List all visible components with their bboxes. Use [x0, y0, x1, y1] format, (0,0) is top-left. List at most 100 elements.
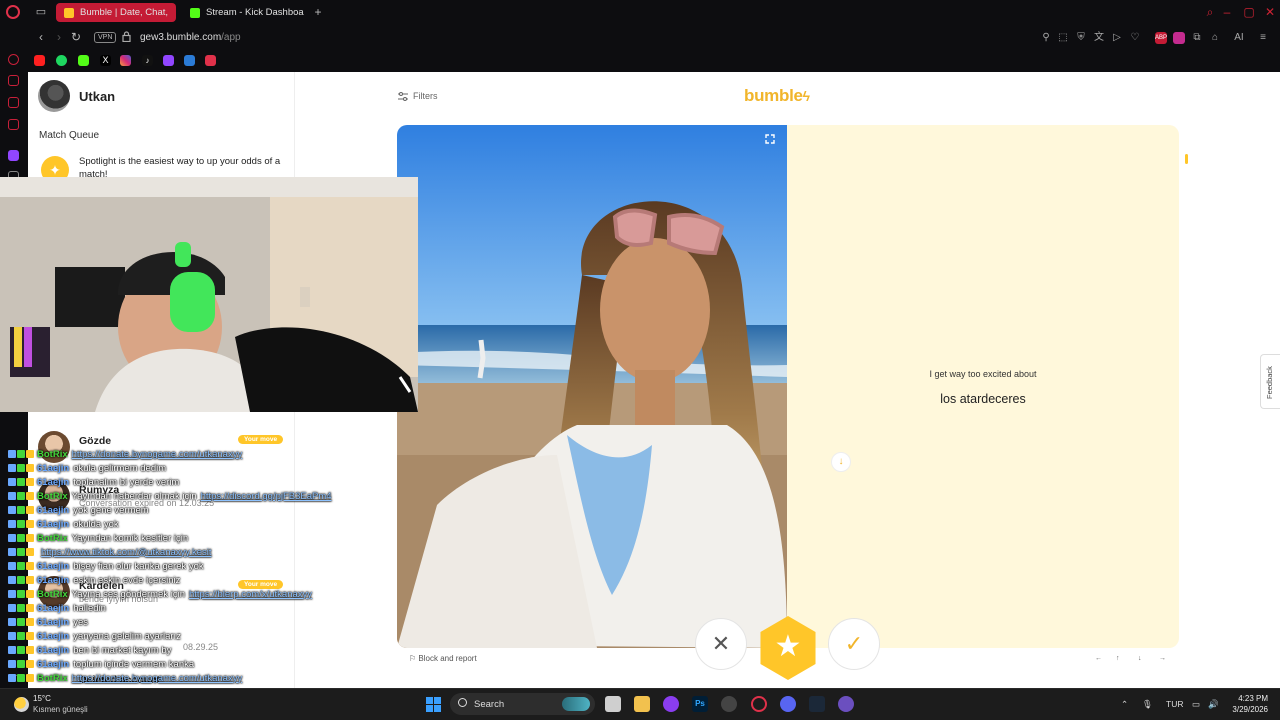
- instagram-bookmark-icon[interactable]: [120, 55, 131, 66]
- back-button[interactable]: ‹: [34, 30, 48, 44]
- tab-bumble[interactable]: Bumble | Date, Chat, Meet: [56, 3, 176, 22]
- forward-button[interactable]: ›: [52, 30, 66, 44]
- chat-username[interactable]: 61aejin: [37, 645, 69, 656]
- kick-bookmark-icon[interactable]: [78, 55, 89, 66]
- like-button[interactable]: ✓: [828, 618, 880, 670]
- profile-scroll-indicator[interactable]: [1185, 154, 1188, 164]
- vpn-badge[interactable]: VPN: [94, 32, 117, 43]
- steam-icon[interactable]: [809, 696, 825, 712]
- chat-username[interactable]: 61aejin: [37, 617, 69, 628]
- shield-icon[interactable]: ⛨: [1075, 32, 1087, 44]
- chat-username[interactable]: 61aejin: [37, 519, 69, 530]
- feedback-tab[interactable]: Feedback: [1260, 354, 1280, 409]
- spotify-bookmark-icon[interactable]: [56, 55, 67, 66]
- chat-username[interactable]: 61aejin: [37, 631, 69, 642]
- kick-favicon-icon: [190, 7, 200, 18]
- search-tabs-icon[interactable]: ⌕: [1203, 5, 1217, 19]
- block-report-link[interactable]: ⚐ Block and report: [409, 654, 477, 663]
- heart-icon[interactable]: ♡: [1129, 32, 1141, 44]
- snapshot-icon[interactable]: ⬚: [1057, 32, 1069, 44]
- weather-icon[interactable]: [14, 697, 29, 712]
- opera-taskbar-icon[interactable]: [751, 696, 767, 712]
- tray-overflow-icon[interactable]: ⌃: [1121, 699, 1128, 710]
- chat-username[interactable]: 61aejin: [37, 505, 69, 516]
- sub-badge-icon: [26, 492, 34, 500]
- chat-username[interactable]: BotRix: [37, 533, 68, 544]
- tab-kick-dashboard[interactable]: Stream - Kick Dashboard: [182, 3, 312, 22]
- menu-icon[interactable]: ≡: [1257, 32, 1269, 44]
- adblock-icon[interactable]: ABP: [1155, 32, 1167, 44]
- file-explorer-icon[interactable]: [634, 696, 650, 712]
- close-window-button[interactable]: ✕: [1263, 5, 1277, 19]
- chat-username[interactable]: BotRix: [37, 491, 68, 502]
- chat-username[interactable]: 61aejin: [37, 659, 69, 670]
- avatar[interactable]: [38, 80, 70, 112]
- youtube-bookmark-icon[interactable]: [34, 55, 45, 66]
- tab-overview-icon[interactable]: ▭: [35, 6, 47, 18]
- pin-icon[interactable]: ⚲: [1040, 32, 1052, 44]
- maximize-button[interactable]: ▢: [1242, 5, 1256, 19]
- extension-bookmark-icon[interactable]: [205, 55, 216, 66]
- chat-username[interactable]: BotRix: [37, 673, 68, 684]
- volume-icon[interactable]: 🔊: [1208, 699, 1219, 710]
- app-icon[interactable]: [663, 696, 679, 712]
- lock-icon[interactable]: [122, 31, 131, 42]
- chat-text[interactable]: https://donate.bynogame.com/utkanaxyy: [72, 673, 243, 684]
- weather-temperature[interactable]: 15°C: [33, 694, 51, 703]
- player-icon[interactable]: ▷: [1111, 32, 1123, 44]
- chat-text[interactable]: https://www.tiktok.com/@utkanaxyy.kesit: [41, 547, 212, 558]
- task-view-icon[interactable]: [605, 696, 621, 712]
- photoshop-icon[interactable]: Ps: [692, 696, 708, 712]
- discord-icon[interactable]: [780, 696, 796, 712]
- chat-message: 61aejin halledin: [8, 601, 106, 615]
- ai-label: AI: [1234, 32, 1244, 43]
- chat-username[interactable]: BotRix: [37, 589, 68, 600]
- taskbar-clock[interactable]: 4:23 PM 3/29/2026: [1223, 693, 1268, 715]
- taskbar-search[interactable]: Search: [450, 693, 595, 715]
- profile-photo[interactable]: [397, 125, 787, 648]
- wallet-icon[interactable]: ⌂: [1209, 32, 1221, 44]
- bumble-logo[interactable]: bumbleϟ: [744, 86, 810, 106]
- url-field[interactable]: gew3.bumble.com/app: [140, 32, 241, 43]
- scroll-down-button[interactable]: ↓: [831, 452, 851, 472]
- extension-badge-icon[interactable]: [1173, 32, 1185, 44]
- chat-username[interactable]: 61aejin: [37, 477, 69, 488]
- chat-text[interactable]: https://donate.bynogame.com/utkanaxyy: [72, 449, 243, 460]
- tiktok-bookmark-icon[interactable]: ♪: [142, 55, 153, 66]
- workspace-icon[interactable]: [8, 75, 19, 86]
- expand-photo-icon[interactable]: [765, 134, 775, 144]
- obs-icon[interactable]: [721, 696, 737, 712]
- microphone-icon[interactable]: 🎙: [1142, 699, 1153, 710]
- twitch-bookmark-icon[interactable]: [163, 55, 174, 66]
- chat-link[interactable]: https://discord.gg/pjFB3EaPm4: [201, 491, 332, 502]
- extensions-icon[interactable]: ⧉: [1191, 32, 1203, 44]
- conversation-name: Gözde: [79, 435, 112, 447]
- filters-button[interactable]: Filters: [413, 91, 438, 101]
- x-bookmark-icon[interactable]: X: [100, 55, 111, 66]
- chat-link[interactable]: https://blerp.com/x/utkanaxyy: [189, 589, 312, 600]
- messenger-sidebar-icon[interactable]: [8, 97, 19, 108]
- windows-start-icon[interactable]: [426, 697, 441, 712]
- outlook-bookmark-icon[interactable]: [184, 55, 195, 66]
- chat-username[interactable]: 61aejin: [37, 575, 69, 586]
- filters-icon[interactable]: [398, 92, 408, 101]
- network-icon[interactable]: ▭: [1192, 699, 1200, 710]
- weather-description[interactable]: Kısmen güneşli: [33, 705, 88, 714]
- chat-username[interactable]: BotRix: [37, 449, 68, 460]
- language-indicator[interactable]: TUR: [1166, 699, 1183, 709]
- twitch-sidebar-icon[interactable]: [8, 150, 19, 161]
- reload-button[interactable]: ↻: [69, 30, 83, 44]
- minimize-button[interactable]: –: [1220, 5, 1234, 19]
- new-tab-button[interactable]: +: [312, 6, 324, 18]
- aria-sidebar-icon[interactable]: [8, 54, 19, 65]
- chat-username[interactable]: 61aejin: [37, 603, 69, 614]
- chat-username[interactable]: 61aejin: [37, 561, 69, 572]
- aria-ai-button[interactable]: AI: [1228, 32, 1250, 44]
- opera-logo-icon[interactable]: [6, 5, 20, 19]
- music-sidebar-icon[interactable]: [8, 119, 19, 130]
- profile-name[interactable]: Utkan: [79, 89, 115, 104]
- app-icon[interactable]: [838, 696, 854, 712]
- chat-username[interactable]: 61aejin: [37, 463, 69, 474]
- translate-icon[interactable]: 文: [1093, 32, 1105, 44]
- pass-button[interactable]: ✕: [695, 618, 747, 670]
